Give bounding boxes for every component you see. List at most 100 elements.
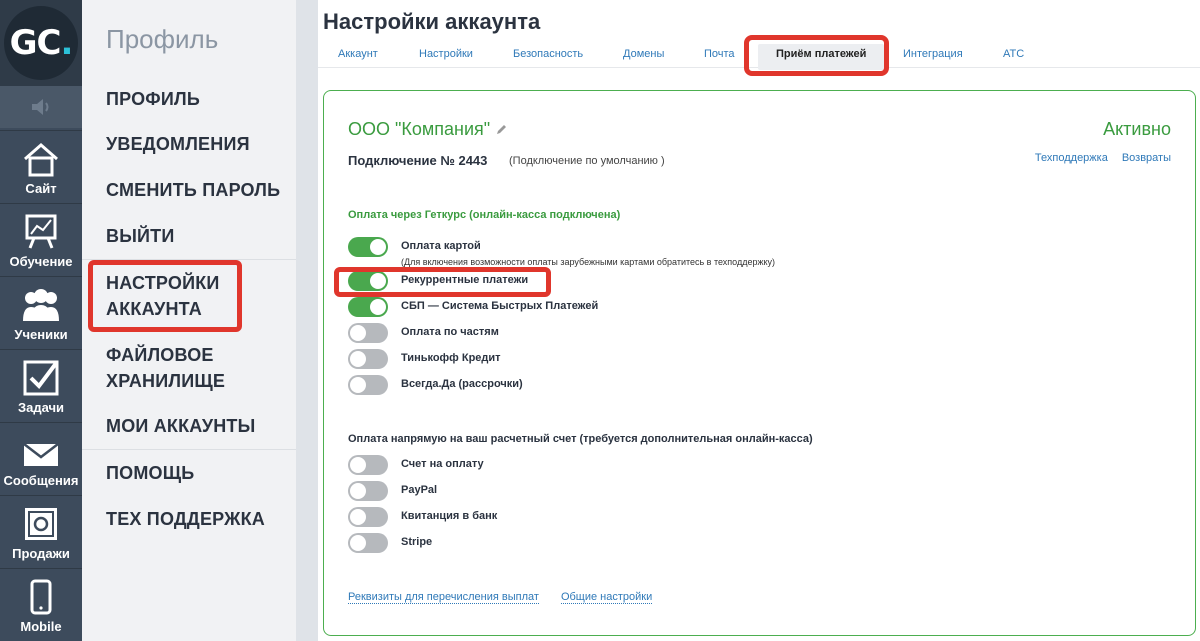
main-content: Настройки аккаунта Аккаунт Настройки Без… (318, 0, 1200, 641)
option-row-bank-receipt: Квитанция в банк (348, 507, 1168, 527)
menu-divider (82, 449, 296, 450)
section-getcourse-title: Оплата через Геткурс (онлайн-касса подкл… (348, 209, 621, 221)
app-root: GC. Сайт Обучение Ученики Задачи Сообщен… (0, 0, 1200, 641)
toggle-installments[interactable] (348, 323, 388, 343)
page-title: Настройки аккаунта (323, 9, 541, 34)
rail-item-sales[interactable]: Продажи (0, 495, 82, 567)
payment-card: ООО "Компания" Активно Подключение № 244… (323, 90, 1196, 636)
toggle-knob (350, 377, 366, 393)
rail-item-learning[interactable]: Обучение (0, 203, 82, 275)
option-label: Счет на оплату (401, 458, 484, 470)
highlight-frame-menu (88, 260, 242, 332)
option-row-paypal: PayPal (348, 481, 1168, 501)
general-settings-link[interactable]: Общие настройки (560, 591, 653, 604)
section-direct-title: Оплата напрямую на ваш расчетный счет (т… (348, 433, 813, 445)
tab-mail[interactable]: Почта (704, 48, 735, 60)
option-row-sbp: СБП — Система Быстрых Платежей (348, 297, 1168, 317)
toggle-knob (350, 483, 366, 499)
menu-item-file-storage[interactable]: ФАЙЛОВОЕ ХРАНИЛИЩЕ (106, 342, 256, 394)
toggle-knob (350, 509, 366, 525)
safe-icon (25, 508, 57, 540)
toggle-knob (350, 351, 366, 367)
tab-integration[interactable]: Интеграция (903, 48, 963, 60)
toggle-knob (370, 239, 386, 255)
rail-label-students: Ученики (14, 327, 68, 342)
card-links: Техподдержка Возвраты (1021, 152, 1171, 164)
menu-item-my-accounts[interactable]: МОИ АККАУНТЫ (106, 413, 255, 439)
toggle-sbp[interactable] (348, 297, 388, 317)
rail-item-mobile[interactable]: Mobile (0, 568, 82, 640)
menu-item-notifications[interactable]: УВЕДОМЛЕНИЯ (106, 131, 250, 157)
option-row-stripe: Stripe (348, 533, 1168, 553)
logo-circle: GC. (4, 6, 78, 80)
rail-label-mobile: Mobile (20, 619, 62, 634)
highlight-frame-recurring (334, 267, 551, 297)
rail-item-messages[interactable]: Сообщения (0, 422, 82, 494)
connection-note: (Подключение по умолчанию ) (509, 155, 665, 167)
option-label: Оплата по частям (401, 326, 499, 338)
option-row-installments: Оплата по частям (348, 323, 1168, 343)
speaker-icon (32, 99, 49, 115)
house-icon (24, 143, 58, 177)
option-row-invoice: Счет на оплату (348, 455, 1168, 475)
speaker-button[interactable] (0, 86, 82, 128)
logo-dot: . (60, 23, 73, 63)
phone-icon (30, 579, 52, 615)
rail-label-tasks: Задачи (17, 400, 65, 415)
option-label: Stripe (401, 536, 433, 548)
rail-item-tasks[interactable]: Задачи (0, 349, 82, 421)
toggle-card-payment[interactable] (348, 237, 388, 257)
toggle-knob (370, 299, 386, 315)
rail-item-students[interactable]: Ученики (0, 276, 82, 348)
menu-item-profile[interactable]: ПРОФИЛЬ (106, 86, 200, 112)
pencil-icon[interactable] (496, 123, 508, 135)
option-label: СБП — Система Быстрых Платежей (401, 300, 599, 312)
tab-domains[interactable]: Домены (623, 48, 664, 60)
toggle-paypal[interactable] (348, 481, 388, 501)
option-label: Оплата картой (401, 240, 481, 252)
menu-item-help[interactable]: ПОМОЩЬ (106, 460, 194, 486)
tab-pbx[interactable]: АТС (1003, 48, 1024, 60)
payout-details-link[interactable]: Реквизиты для перечисления выплат (348, 591, 539, 604)
menu-item-change-password[interactable]: СМЕНИТЬ ПАРОЛЬ (106, 177, 280, 203)
highlight-frame-tab (744, 35, 889, 76)
logo[interactable]: GC. (0, 0, 82, 86)
option-row-card: Оплата картой (Для включения возможности… (348, 237, 1168, 267)
card-footer-links: Реквизиты для перечисления выплат Общие н… (348, 591, 674, 604)
rail-label-sales: Продажи (12, 546, 70, 561)
rail-label-messages: Сообщения (3, 473, 79, 488)
option-row-vsegda-da: Всегда.Да (рассрочки) (348, 375, 1168, 395)
tab-settings[interactable]: Настройки (419, 48, 473, 60)
icon-rail: GC. Сайт Обучение Ученики Задачи Сообщен… (0, 0, 82, 641)
status-label: Активно (1103, 119, 1171, 139)
toggle-knob (350, 325, 366, 341)
logo-main: GC (9, 23, 62, 63)
panel-divider (296, 0, 318, 641)
tab-security[interactable]: Безопасность (513, 48, 583, 60)
support-link[interactable]: Техподдержка (1035, 152, 1108, 164)
rail-item-site[interactable]: Сайт (0, 130, 82, 202)
toggle-vsegda-da[interactable] (348, 375, 388, 395)
toggle-stripe[interactable] (348, 533, 388, 553)
rail-label-learning: Обучение (9, 254, 73, 269)
toggle-knob (350, 457, 366, 473)
option-label: PayPal (401, 484, 438, 496)
rail-label-site: Сайт (25, 181, 57, 196)
returns-link[interactable]: Возвраты (1122, 152, 1171, 164)
logo-text: GC. (9, 23, 74, 63)
company-name[interactable]: ООО "Компания" (348, 119, 490, 140)
toggle-tinkoff-credit[interactable] (348, 349, 388, 369)
toggle-bank-receipt[interactable] (348, 507, 388, 527)
people-icon (23, 289, 59, 321)
menu-item-tech-support[interactable]: ТЕХ ПОДДЕРЖКА (106, 506, 265, 532)
tab-account[interactable]: Аккаунт (338, 48, 378, 60)
option-label: Всегда.Да (рассрочки) (401, 378, 523, 390)
menu-item-logout[interactable]: ВЫЙТИ (106, 223, 175, 249)
option-label: Квитанция в банк (401, 510, 498, 522)
menu-title: Профиль (106, 24, 219, 54)
option-row-tinkoff: Тинькофф Кредит (348, 349, 1168, 369)
option-note: (Для включения возможности оплаты зарубе… (401, 257, 776, 267)
toggle-invoice[interactable] (348, 455, 388, 475)
option-label: Тинькофф Кредит (401, 352, 501, 364)
connection-number: Подключение № 2443 (348, 153, 488, 168)
